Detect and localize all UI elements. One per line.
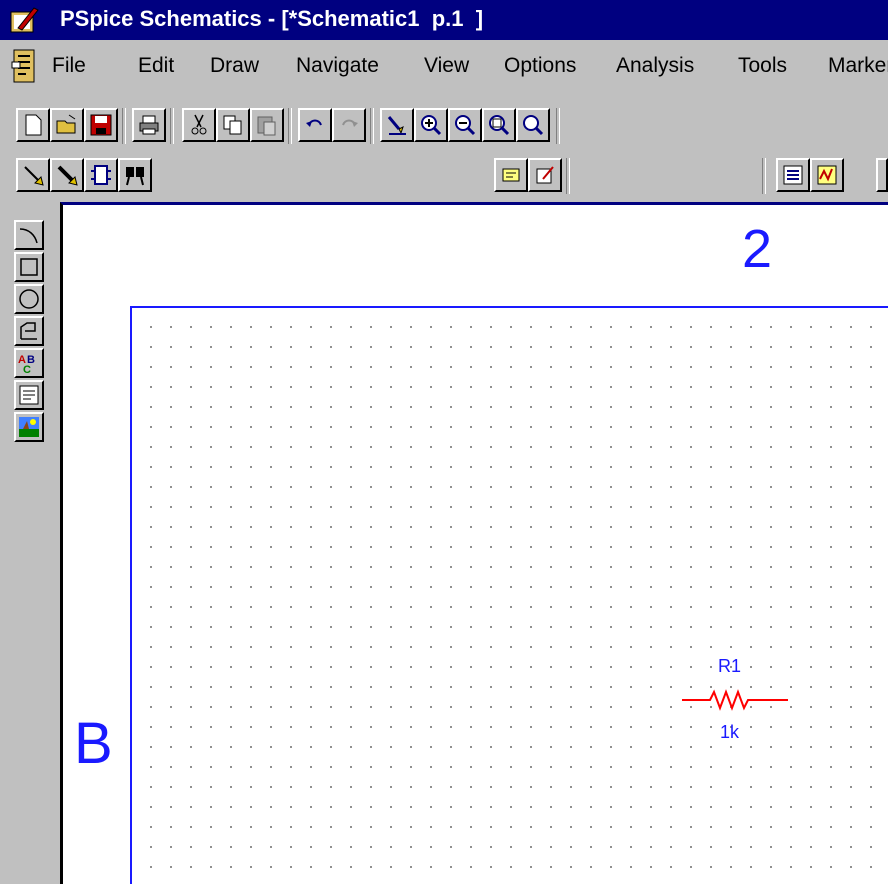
menu-tools[interactable]: Tools bbox=[738, 54, 787, 78]
draw-bus-icon bbox=[57, 165, 78, 186]
open-button[interactable] bbox=[50, 108, 84, 142]
menu-navigate[interactable]: Navigate bbox=[296, 54, 379, 78]
draw-bus-button[interactable] bbox=[50, 158, 84, 192]
zone-row-label: B bbox=[74, 711, 113, 776]
arc-button[interactable] bbox=[14, 220, 44, 250]
paste-icon bbox=[257, 116, 276, 136]
menu-view[interactable]: View bbox=[424, 54, 469, 78]
cut-icon bbox=[191, 114, 207, 135]
print-button[interactable] bbox=[132, 108, 166, 142]
circle-icon bbox=[19, 289, 39, 309]
document-icon[interactable] bbox=[10, 48, 38, 84]
menu-options[interactable]: Options bbox=[504, 54, 576, 78]
cut-button[interactable] bbox=[182, 108, 216, 142]
edit-attributes-icon bbox=[502, 168, 520, 182]
zoom-fit-icon bbox=[523, 115, 544, 136]
undo-icon bbox=[306, 119, 322, 127]
snap-grid bbox=[132, 308, 888, 884]
get-part-icon bbox=[126, 167, 144, 186]
title-bar: PSpice Schematics - [*Schematic1 p.1 ] bbox=[0, 0, 888, 40]
draw-wire-button[interactable] bbox=[16, 158, 50, 192]
circle-button[interactable] bbox=[14, 284, 44, 314]
menu-file[interactable]: File bbox=[52, 54, 86, 78]
setup-analysis-icon bbox=[783, 165, 803, 185]
new-icon bbox=[25, 114, 42, 136]
simulate-button[interactable] bbox=[810, 158, 844, 192]
resistor-reference[interactable]: R1 bbox=[718, 656, 741, 677]
redraw-button[interactable] bbox=[380, 108, 414, 142]
menu-draw[interactable]: Draw bbox=[210, 54, 259, 78]
zoom-in-icon bbox=[421, 115, 442, 136]
app-icon[interactable] bbox=[8, 4, 40, 36]
text-box-button[interactable] bbox=[14, 380, 44, 410]
box-icon bbox=[20, 258, 38, 276]
copy-icon bbox=[223, 115, 242, 135]
more-toolbar-button[interactable] bbox=[876, 158, 888, 192]
arc-icon bbox=[19, 228, 38, 244]
open-icon bbox=[56, 114, 76, 134]
polyline-icon bbox=[20, 322, 37, 340]
text-box-icon bbox=[19, 385, 39, 405]
simulate-icon bbox=[817, 165, 837, 185]
edit-attributes-button[interactable] bbox=[494, 158, 528, 192]
box-button[interactable] bbox=[14, 252, 44, 282]
edit-symbol-button[interactable] bbox=[528, 158, 562, 192]
print-icon bbox=[139, 115, 159, 135]
menu-analysis[interactable]: Analysis bbox=[616, 54, 694, 78]
text-button[interactable]: A B C bbox=[14, 348, 44, 378]
new-button[interactable] bbox=[16, 108, 50, 142]
zoom-in-button[interactable] bbox=[414, 108, 448, 142]
undo-button[interactable] bbox=[298, 108, 332, 142]
copy-button[interactable] bbox=[216, 108, 250, 142]
redo-icon bbox=[342, 119, 358, 127]
zoom-fit-button[interactable] bbox=[516, 108, 550, 142]
resistor-value[interactable]: 1k bbox=[720, 722, 739, 743]
get-part-button[interactable] bbox=[118, 158, 152, 192]
zoom-area-icon bbox=[489, 115, 510, 136]
zoom-out-button[interactable] bbox=[448, 108, 482, 142]
insert-picture-icon bbox=[19, 417, 39, 437]
draw-wire-icon bbox=[24, 166, 44, 186]
text-icon: A B C bbox=[18, 354, 35, 375]
paste-button[interactable] bbox=[250, 108, 284, 142]
resistor-symbol[interactable] bbox=[682, 688, 790, 712]
standard-toolbar bbox=[0, 98, 888, 152]
menu-edit[interactable]: Edit bbox=[138, 54, 174, 78]
drawing-toolbar: R bbox=[0, 152, 888, 346]
setup-analysis-button[interactable] bbox=[776, 158, 810, 192]
menu-markers[interactable]: Markers bbox=[828, 54, 888, 78]
menu-bar: File Edit Draw Navigate View Options Ana… bbox=[0, 40, 888, 96]
drawing-palette: A B C bbox=[0, 200, 60, 884]
draw-block-button[interactable] bbox=[84, 158, 118, 192]
zoom-out-icon bbox=[455, 115, 476, 136]
window-title: PSpice Schematics - [*Schematic1 p.1 ] bbox=[60, 6, 484, 31]
zone-column-label: 2 bbox=[742, 219, 773, 279]
redraw-icon bbox=[387, 116, 406, 135]
save-icon bbox=[90, 114, 112, 136]
save-button[interactable] bbox=[84, 108, 118, 142]
polyline-button[interactable] bbox=[14, 316, 44, 346]
zoom-area-button[interactable] bbox=[482, 108, 516, 142]
svg-text:C: C bbox=[23, 364, 31, 375]
redo-button[interactable] bbox=[332, 108, 366, 142]
edit-symbol-icon bbox=[536, 166, 554, 184]
draw-block-icon bbox=[91, 165, 111, 185]
insert-picture-button[interactable] bbox=[14, 412, 44, 442]
